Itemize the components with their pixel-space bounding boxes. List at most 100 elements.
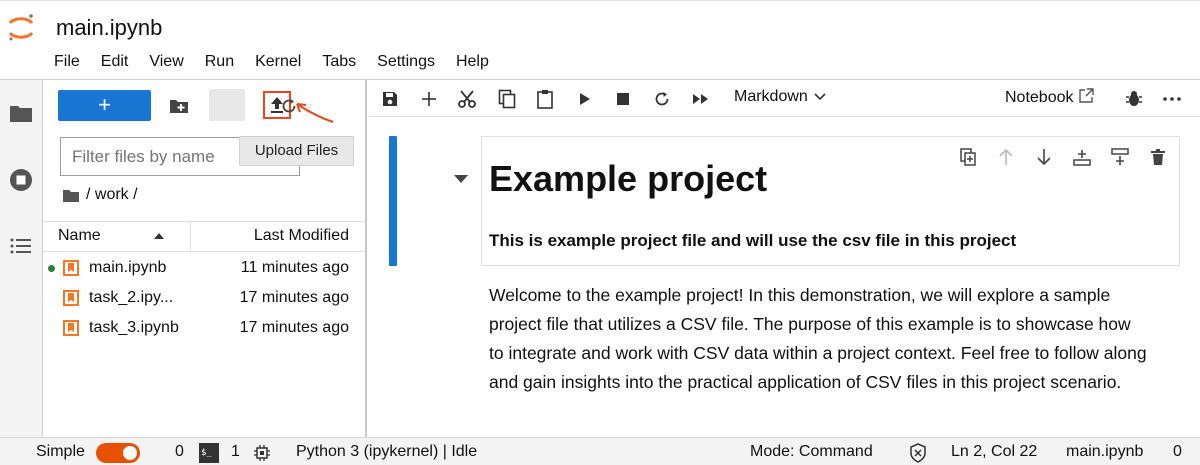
menu-bar: File Edit View Run Kernel Tabs Settings …: [54, 53, 510, 71]
notebook-icon: [63, 260, 79, 276]
fast-forward-icon: [693, 94, 708, 104]
new-folder-button[interactable]: [165, 92, 193, 120]
paste-cell-button[interactable]: [534, 88, 556, 110]
arrow-up-icon: [999, 148, 1013, 165]
tab-table-of-contents[interactable]: [0, 216, 42, 276]
scissors-icon: [458, 90, 476, 108]
new-launcher-button[interactable]: +: [58, 90, 151, 121]
menu-run[interactable]: Run: [205, 53, 245, 71]
menu-help[interactable]: Help: [456, 53, 500, 71]
insert-above-button[interactable]: [1063, 146, 1101, 168]
run-cell-button[interactable]: [574, 88, 596, 110]
document-title: main.ipynb: [56, 15, 163, 40]
file-list-header: Name Last Modified: [43, 221, 365, 252]
simple-mode-toggle[interactable]: [96, 443, 140, 463]
status-bar: Simple 0 $_ 1 Python 3 (ipykernel) | Idl…: [0, 437, 1200, 465]
restart-run-all-button[interactable]: [690, 88, 712, 110]
play-icon: [580, 93, 590, 105]
tab-file-browser[interactable]: [0, 80, 42, 146]
refresh-icon: [655, 92, 669, 106]
tab-running[interactable]: [0, 150, 42, 210]
breadcrumb-path[interactable]: / work /: [86, 186, 138, 204]
file-row[interactable]: main.ipynb 11 minutes ago: [43, 254, 365, 284]
notebook-mode: Mode: Command: [750, 443, 873, 460]
open-in-notebook-button[interactable]: Notebook: [1005, 88, 1094, 107]
interrupt-kernel-button[interactable]: [612, 88, 634, 110]
heading-title: Example project: [489, 158, 768, 199]
top-bar: main.ipynb File Edit View Run Kernel Tab…: [0, 0, 1200, 80]
move-up-button[interactable]: [987, 146, 1025, 168]
activity-bar: [0, 80, 43, 437]
bug-icon: [1126, 91, 1142, 106]
breadcrumb: / work /: [62, 186, 138, 204]
notifications-count[interactable]: 0: [1173, 443, 1182, 461]
insert-cell-button[interactable]: [418, 88, 440, 110]
file-row[interactable]: task_3.ipynb 17 minutes ago: [43, 314, 365, 344]
folder-icon: [10, 106, 32, 122]
menu-tabs[interactable]: Tabs: [322, 53, 367, 71]
insert-below-icon: [1111, 148, 1129, 165]
shield-icon[interactable]: [909, 443, 927, 463]
file-modified: 17 minutes ago: [239, 289, 349, 306]
jupyter-logo-icon: [8, 14, 34, 41]
upload-button-background: [209, 89, 245, 121]
terminals-count[interactable]: 1: [231, 443, 240, 461]
notebook-icon: [63, 320, 79, 336]
chip-icon: [254, 445, 270, 461]
plus-icon: [422, 92, 436, 106]
refresh-file-list-button[interactable]: [275, 92, 303, 120]
file-name: task_2.ipy...: [89, 289, 174, 306]
notebook-label: Notebook: [1005, 89, 1074, 106]
duplicate-cell-button[interactable]: [949, 146, 987, 168]
active-file-name: main.ipynb: [1066, 443, 1144, 460]
insert-above-icon: [1073, 150, 1091, 166]
copy-cell-button[interactable]: [496, 88, 518, 110]
insert-below-button[interactable]: [1101, 146, 1139, 168]
terminal-icon: $_: [199, 443, 219, 463]
more-options-button[interactable]: [1161, 88, 1183, 110]
file-name: main.ipynb: [89, 259, 167, 276]
cell-type-value: Markdown: [734, 88, 808, 105]
cell-type-select[interactable]: Markdown: [734, 88, 826, 106]
stop-circle-icon: [10, 169, 32, 191]
copy-icon: [498, 89, 516, 109]
refresh-icon: [282, 99, 296, 113]
file-modified: 11 minutes ago: [240, 259, 349, 276]
menu-edit[interactable]: Edit: [101, 53, 140, 71]
cell-collapser[interactable]: [389, 136, 397, 266]
notebook-toolbar: Markdown Notebook: [369, 80, 1200, 117]
menu-kernel[interactable]: Kernel: [255, 53, 312, 71]
kernels-count[interactable]: 0: [175, 443, 184, 461]
simple-mode-label: Simple: [36, 443, 85, 460]
save-button[interactable]: [379, 88, 401, 110]
file-modified: 17 minutes ago: [239, 319, 349, 336]
menu-file[interactable]: File: [54, 53, 91, 71]
upload-files-tooltip: Upload Files: [239, 136, 354, 166]
restart-kernel-button[interactable]: [651, 88, 673, 110]
file-browser-toolbar: +: [43, 80, 367, 132]
collapse-heading-icon[interactable]: [454, 175, 468, 183]
column-last-modified-header[interactable]: Last Modified: [254, 227, 349, 245]
file-row[interactable]: task_2.ipy... 17 minutes ago: [43, 284, 365, 314]
arrow-down-icon: [1037, 149, 1051, 166]
stop-icon: [617, 93, 629, 105]
debugger-button[interactable]: [1123, 88, 1145, 110]
column-divider[interactable]: [190, 222, 191, 252]
cell-toolbar: [949, 146, 1177, 168]
menu-view[interactable]: View: [149, 53, 194, 71]
heading-subtitle: This is example project file and will us…: [489, 231, 1017, 250]
kernel-status[interactable]: Python 3 (ipykernel) | Idle: [296, 443, 477, 461]
folder-icon[interactable]: [62, 188, 80, 203]
delete-cell-button[interactable]: [1139, 146, 1177, 168]
move-down-button[interactable]: [1025, 146, 1063, 168]
external-link-icon: [1079, 88, 1094, 103]
column-name-header[interactable]: Name: [58, 227, 101, 245]
notebook-icon: [63, 290, 79, 306]
file-browser-panel: + Upload Files / work / Name Last Modifi…: [43, 80, 367, 437]
cursor-position[interactable]: Ln 2, Col 22: [951, 443, 1037, 461]
menu-settings[interactable]: Settings: [377, 53, 446, 71]
notebook-panel: Markdown Notebook Example project This i…: [369, 80, 1200, 437]
clipboard-icon: [537, 90, 553, 109]
cut-cell-button[interactable]: [456, 88, 478, 110]
chevron-down-icon: [814, 93, 826, 101]
